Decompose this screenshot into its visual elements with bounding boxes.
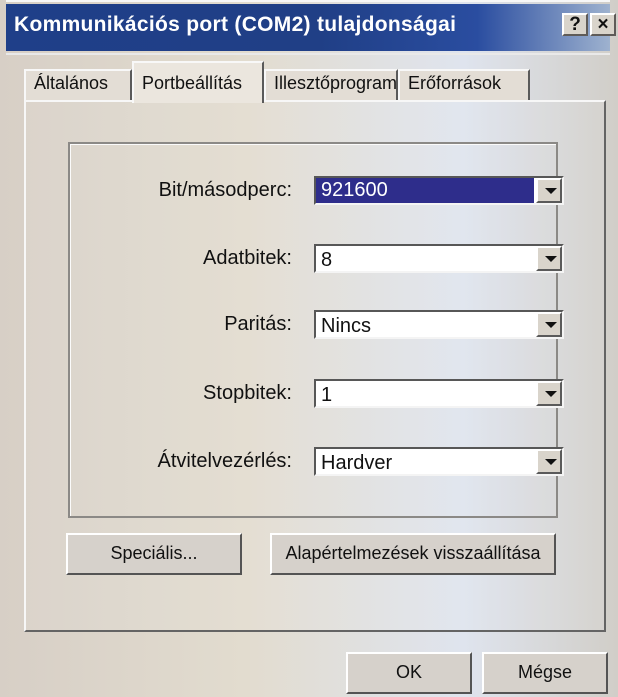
dropdown-button[interactable] xyxy=(536,449,562,474)
tab-resources[interactable]: Erőforrások xyxy=(398,69,530,101)
stop-bits-label: Stopbitek: xyxy=(203,382,292,404)
advanced-button[interactable]: Speciális... xyxy=(66,533,242,575)
help-button[interactable]: ? xyxy=(562,13,588,36)
tab-general[interactable]: Általános xyxy=(24,69,132,101)
title-bar: Kommunikációs port (COM2) tulajdonságai … xyxy=(6,0,616,55)
dropdown-button[interactable] xyxy=(536,312,562,337)
parity-select[interactable]: Nincs xyxy=(314,310,564,339)
bits-per-second-select[interactable]: 921600 xyxy=(314,176,564,205)
parity-label: Paritás: xyxy=(224,313,292,335)
chevron-down-icon xyxy=(545,459,557,465)
bits-per-second-row: Bit/másodperc: 921600 xyxy=(70,176,564,210)
flow-control-label: Átvitelvezérlés: xyxy=(157,450,293,472)
chevron-down-icon xyxy=(545,391,557,397)
restore-defaults-button[interactable]: Alapértelmezések visszaállítása xyxy=(270,533,556,575)
stop-bits-select[interactable]: 1 xyxy=(314,379,564,408)
chevron-down-icon xyxy=(545,322,557,328)
flow-control-select[interactable]: Hardver xyxy=(314,447,564,476)
bits-per-second-value: 921600 xyxy=(316,178,534,203)
cancel-button[interactable]: Mégse xyxy=(482,652,608,694)
data-bits-row: Adatbitek: 8 xyxy=(70,244,564,278)
flow-control-row: Átvitelvezérlés: Hardver xyxy=(70,447,564,481)
data-bits-select[interactable]: 8 xyxy=(314,244,564,273)
properties-dialog: Kommunikációs port (COM2) tulajdonságai … xyxy=(0,0,618,697)
close-button[interactable]: × xyxy=(590,13,616,36)
dropdown-button[interactable] xyxy=(536,381,562,406)
parity-value: Nincs xyxy=(321,315,372,337)
data-bits-label: Adatbitek: xyxy=(203,247,292,269)
port-settings-group: Bit/másodperc: 921600 Adatbitek: 8 Parit… xyxy=(68,142,564,518)
data-bits-value: 8 xyxy=(321,249,333,271)
flow-control-value: Hardver xyxy=(321,452,393,474)
parity-row: Paritás: Nincs xyxy=(70,310,564,344)
dropdown-button[interactable] xyxy=(536,178,562,203)
stop-bits-value: 1 xyxy=(321,384,333,406)
stop-bits-row: Stopbitek: 1 xyxy=(70,379,564,413)
tab-port-settings[interactable]: Portbeállítás xyxy=(132,61,264,103)
dropdown-button[interactable] xyxy=(536,246,562,271)
chevron-down-icon xyxy=(545,256,557,262)
port-settings-panel: Bit/másodperc: 921600 Adatbitek: 8 Parit… xyxy=(24,100,606,632)
ok-button[interactable]: OK xyxy=(346,652,472,694)
window-title: Kommunikációs port (COM2) tulajdonságai xyxy=(14,13,457,36)
chevron-down-icon xyxy=(545,188,557,194)
bits-per-second-label: Bit/másodperc: xyxy=(158,179,292,201)
tab-driver[interactable]: Illesztőprogram xyxy=(264,69,398,101)
